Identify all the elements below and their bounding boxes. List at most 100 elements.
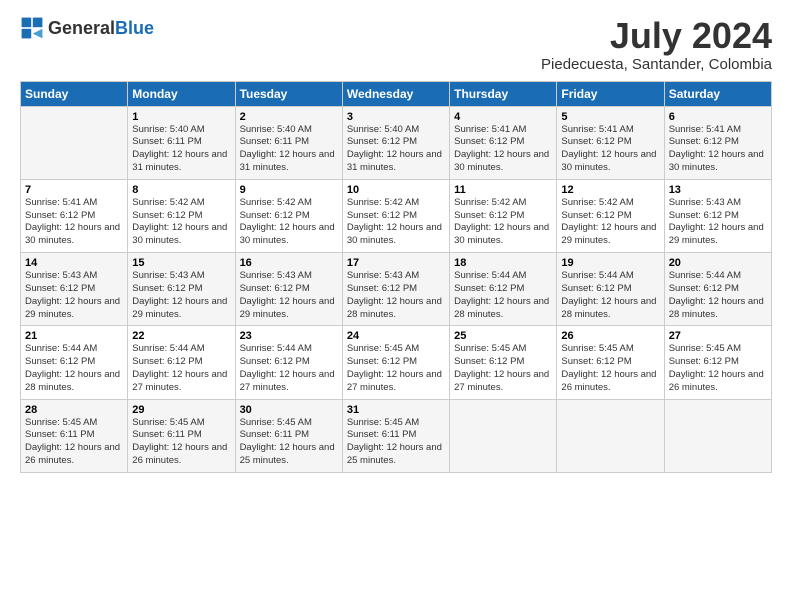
subtitle: Piedecuesta, Santander, Colombia xyxy=(541,56,772,73)
cell-w4-d7: 27Sunrise: 5:45 AM Sunset: 6:12 PM Dayli… xyxy=(664,326,771,399)
day-number: 29 xyxy=(132,404,230,416)
day-number: 14 xyxy=(25,257,123,269)
day-number: 3 xyxy=(347,111,445,123)
day-number: 22 xyxy=(132,330,230,342)
cell-w2-d4: 10Sunrise: 5:42 AM Sunset: 6:12 PM Dayli… xyxy=(342,179,449,252)
week-row-2: 7Sunrise: 5:41 AM Sunset: 6:12 PM Daylig… xyxy=(21,179,772,252)
week-row-5: 28Sunrise: 5:45 AM Sunset: 6:11 PM Dayli… xyxy=(21,399,772,472)
day-info: Sunrise: 5:40 AM Sunset: 6:11 PM Dayligh… xyxy=(132,124,230,175)
day-number: 15 xyxy=(132,257,230,269)
day-number: 28 xyxy=(25,404,123,416)
cell-w5-d6 xyxy=(557,399,664,472)
cell-w1-d2: 1Sunrise: 5:40 AM Sunset: 6:11 PM Daylig… xyxy=(128,106,235,179)
day-info: Sunrise: 5:45 AM Sunset: 6:12 PM Dayligh… xyxy=(454,343,552,394)
cell-w2-d5: 11Sunrise: 5:42 AM Sunset: 6:12 PM Dayli… xyxy=(450,179,557,252)
day-number: 12 xyxy=(561,184,659,196)
day-info: Sunrise: 5:45 AM Sunset: 6:12 PM Dayligh… xyxy=(347,343,445,394)
day-info: Sunrise: 5:45 AM Sunset: 6:12 PM Dayligh… xyxy=(561,343,659,394)
cell-w1-d3: 2Sunrise: 5:40 AM Sunset: 6:11 PM Daylig… xyxy=(235,106,342,179)
cell-w3-d5: 18Sunrise: 5:44 AM Sunset: 6:12 PM Dayli… xyxy=(450,253,557,326)
day-info: Sunrise: 5:43 AM Sunset: 6:12 PM Dayligh… xyxy=(240,270,338,321)
day-info: Sunrise: 5:42 AM Sunset: 6:12 PM Dayligh… xyxy=(132,197,230,248)
header-sunday: Sunday xyxy=(21,81,128,106)
title-area: July 2024 Piedecuesta, Santander, Colomb… xyxy=(541,16,772,73)
logo-general: General xyxy=(48,18,115,38)
day-number: 13 xyxy=(669,184,767,196)
day-number: 21 xyxy=(25,330,123,342)
day-info: Sunrise: 5:40 AM Sunset: 6:11 PM Dayligh… xyxy=(240,124,338,175)
cell-w1-d6: 5Sunrise: 5:41 AM Sunset: 6:12 PM Daylig… xyxy=(557,106,664,179)
day-info: Sunrise: 5:44 AM Sunset: 6:12 PM Dayligh… xyxy=(132,343,230,394)
day-info: Sunrise: 5:43 AM Sunset: 6:12 PM Dayligh… xyxy=(669,197,767,248)
day-number: 19 xyxy=(561,257,659,269)
cell-w1-d5: 4Sunrise: 5:41 AM Sunset: 6:12 PM Daylig… xyxy=(450,106,557,179)
cell-w5-d4: 31Sunrise: 5:45 AM Sunset: 6:11 PM Dayli… xyxy=(342,399,449,472)
cell-w2-d2: 8Sunrise: 5:42 AM Sunset: 6:12 PM Daylig… xyxy=(128,179,235,252)
cell-w3-d6: 19Sunrise: 5:44 AM Sunset: 6:12 PM Dayli… xyxy=(557,253,664,326)
day-info: Sunrise: 5:43 AM Sunset: 6:12 PM Dayligh… xyxy=(25,270,123,321)
day-info: Sunrise: 5:45 AM Sunset: 6:12 PM Dayligh… xyxy=(669,343,767,394)
header-tuesday: Tuesday xyxy=(235,81,342,106)
cell-w1-d1 xyxy=(21,106,128,179)
day-info: Sunrise: 5:41 AM Sunset: 6:12 PM Dayligh… xyxy=(669,124,767,175)
cell-w4-d4: 24Sunrise: 5:45 AM Sunset: 6:12 PM Dayli… xyxy=(342,326,449,399)
day-info: Sunrise: 5:41 AM Sunset: 6:12 PM Dayligh… xyxy=(454,124,552,175)
cell-w1-d4: 3Sunrise: 5:40 AM Sunset: 6:12 PM Daylig… xyxy=(342,106,449,179)
day-info: Sunrise: 5:45 AM Sunset: 6:11 PM Dayligh… xyxy=(25,417,123,468)
header-friday: Friday xyxy=(557,81,664,106)
day-number: 18 xyxy=(454,257,552,269)
day-number: 24 xyxy=(347,330,445,342)
logo: GeneralBlue xyxy=(20,16,154,40)
day-number: 1 xyxy=(132,111,230,123)
cell-w5-d1: 28Sunrise: 5:45 AM Sunset: 6:11 PM Dayli… xyxy=(21,399,128,472)
day-number: 20 xyxy=(669,257,767,269)
day-number: 10 xyxy=(347,184,445,196)
day-number: 17 xyxy=(347,257,445,269)
day-number: 11 xyxy=(454,184,552,196)
cell-w1-d7: 6Sunrise: 5:41 AM Sunset: 6:12 PM Daylig… xyxy=(664,106,771,179)
logo-icon xyxy=(20,16,44,40)
cell-w4-d1: 21Sunrise: 5:44 AM Sunset: 6:12 PM Dayli… xyxy=(21,326,128,399)
day-info: Sunrise: 5:45 AM Sunset: 6:11 PM Dayligh… xyxy=(132,417,230,468)
cell-w3-d4: 17Sunrise: 5:43 AM Sunset: 6:12 PM Dayli… xyxy=(342,253,449,326)
day-info: Sunrise: 5:43 AM Sunset: 6:12 PM Dayligh… xyxy=(132,270,230,321)
cell-w5-d5 xyxy=(450,399,557,472)
header: GeneralBlue July 2024 Piedecuesta, Santa… xyxy=(20,16,772,73)
day-info: Sunrise: 5:44 AM Sunset: 6:12 PM Dayligh… xyxy=(454,270,552,321)
cell-w3-d1: 14Sunrise: 5:43 AM Sunset: 6:12 PM Dayli… xyxy=(21,253,128,326)
day-info: Sunrise: 5:44 AM Sunset: 6:12 PM Dayligh… xyxy=(669,270,767,321)
day-info: Sunrise: 5:44 AM Sunset: 6:12 PM Dayligh… xyxy=(561,270,659,321)
cell-w4-d3: 23Sunrise: 5:44 AM Sunset: 6:12 PM Dayli… xyxy=(235,326,342,399)
day-info: Sunrise: 5:45 AM Sunset: 6:11 PM Dayligh… xyxy=(240,417,338,468)
day-number: 4 xyxy=(454,111,552,123)
day-number: 31 xyxy=(347,404,445,416)
logo-blue: Blue xyxy=(115,18,154,38)
day-number: 16 xyxy=(240,257,338,269)
day-info: Sunrise: 5:43 AM Sunset: 6:12 PM Dayligh… xyxy=(347,270,445,321)
day-number: 8 xyxy=(132,184,230,196)
cell-w2-d1: 7Sunrise: 5:41 AM Sunset: 6:12 PM Daylig… xyxy=(21,179,128,252)
cell-w3-d7: 20Sunrise: 5:44 AM Sunset: 6:12 PM Dayli… xyxy=(664,253,771,326)
header-thursday: Thursday xyxy=(450,81,557,106)
week-row-1: 1Sunrise: 5:40 AM Sunset: 6:11 PM Daylig… xyxy=(21,106,772,179)
day-number: 2 xyxy=(240,111,338,123)
day-info: Sunrise: 5:44 AM Sunset: 6:12 PM Dayligh… xyxy=(240,343,338,394)
day-info: Sunrise: 5:40 AM Sunset: 6:12 PM Dayligh… xyxy=(347,124,445,175)
logo-text: GeneralBlue xyxy=(48,18,154,39)
main-title: July 2024 xyxy=(541,16,772,56)
day-info: Sunrise: 5:45 AM Sunset: 6:11 PM Dayligh… xyxy=(347,417,445,468)
cell-w3-d3: 16Sunrise: 5:43 AM Sunset: 6:12 PM Dayli… xyxy=(235,253,342,326)
day-number: 5 xyxy=(561,111,659,123)
day-info: Sunrise: 5:42 AM Sunset: 6:12 PM Dayligh… xyxy=(347,197,445,248)
cell-w5-d3: 30Sunrise: 5:45 AM Sunset: 6:11 PM Dayli… xyxy=(235,399,342,472)
day-info: Sunrise: 5:41 AM Sunset: 6:12 PM Dayligh… xyxy=(561,124,659,175)
day-info: Sunrise: 5:44 AM Sunset: 6:12 PM Dayligh… xyxy=(25,343,123,394)
cell-w4-d2: 22Sunrise: 5:44 AM Sunset: 6:12 PM Dayli… xyxy=(128,326,235,399)
cell-w5-d2: 29Sunrise: 5:45 AM Sunset: 6:11 PM Dayli… xyxy=(128,399,235,472)
day-number: 27 xyxy=(669,330,767,342)
day-number: 30 xyxy=(240,404,338,416)
day-number: 25 xyxy=(454,330,552,342)
cell-w4-d5: 25Sunrise: 5:45 AM Sunset: 6:12 PM Dayli… xyxy=(450,326,557,399)
cell-w5-d7 xyxy=(664,399,771,472)
calendar-table: SundayMondayTuesdayWednesdayThursdayFrid… xyxy=(20,81,772,473)
